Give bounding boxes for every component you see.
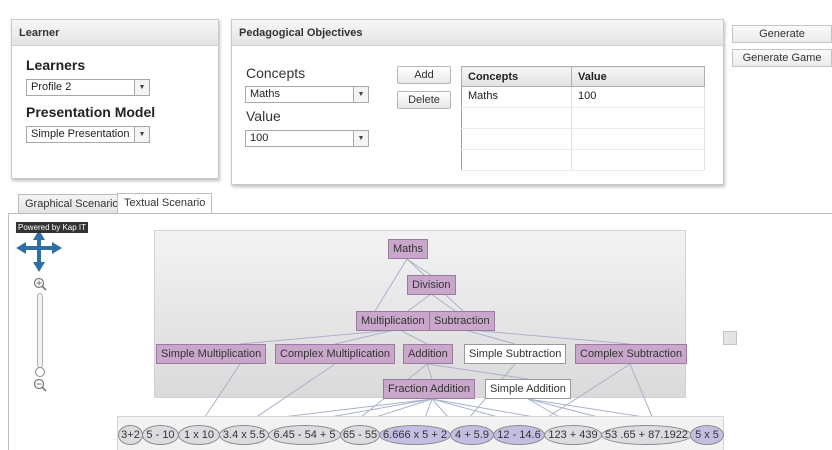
graph-node-complex-multiplication[interactable]: Complex Multiplication — [275, 344, 396, 364]
sequence-item[interactable]: 1 x 10 — [178, 425, 220, 445]
graph-node-complex-subtraction[interactable]: Complex Subtraction — [575, 344, 688, 364]
sequence-item[interactable]: 5 x 5 — [690, 425, 724, 445]
sequence-item[interactable]: 3+2 — [118, 425, 143, 445]
sequence-item[interactable]: 6.45 - 54 + 5 — [268, 425, 341, 445]
sequence-item[interactable]: 3.4 x 5.5 — [219, 425, 269, 445]
sequence-item[interactable]: 53 .65 + 87.1922 — [601, 425, 692, 445]
zoom-in-icon[interactable] — [33, 277, 47, 291]
zoom-slider-handle[interactable] — [35, 367, 45, 377]
collapsed-node-icon[interactable] — [723, 331, 737, 345]
sequence-item[interactable]: 12 - 14.6 — [493, 425, 545, 445]
graph-node-fraction-addition[interactable]: Fraction Addition — [383, 379, 475, 399]
zoom-out-icon[interactable] — [33, 378, 47, 392]
tooltip-powered-by: Powered by Kap IT — [16, 222, 89, 233]
graph-node-multiplication[interactable]: Multiplication — [356, 311, 430, 331]
sequence-item[interactable]: 65 - 55 — [340, 425, 380, 445]
sequence-item[interactable]: 6.666 x 5 + 2 — [379, 425, 451, 445]
graph-node-simple-addition[interactable]: Simple Addition — [485, 379, 571, 399]
pan-arrows-icon[interactable] — [14, 230, 64, 272]
sequence-item[interactable]: 4 + 5.9 — [450, 425, 494, 445]
sequence-item[interactable]: 5 - 10 — [142, 425, 179, 445]
graph-node-simple-subtraction[interactable]: Simple Subtraction — [464, 344, 567, 364]
graph-node-simple-multiplication[interactable]: Simple Multiplication — [156, 344, 267, 364]
graph-node-subtraction[interactable]: Subtraction — [429, 311, 495, 331]
graph-node-division[interactable]: Division — [407, 275, 456, 295]
graph-node-addition[interactable]: Addition — [403, 344, 453, 364]
graph-node-maths[interactable]: Maths — [388, 239, 428, 259]
zoom-slider-track[interactable] — [37, 293, 43, 368]
sequence-item[interactable]: 123 + 439 — [544, 425, 602, 445]
